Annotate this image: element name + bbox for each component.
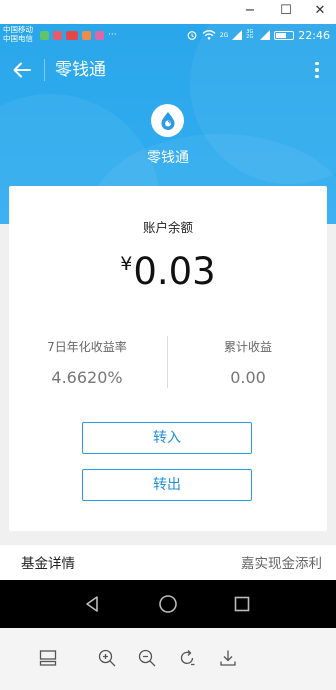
nav-back-icon <box>86 596 98 612</box>
cumulative-earnings-value: 0.00 <box>230 368 266 387</box>
annual-yield-label: 7日年化收益率 <box>47 340 127 354</box>
network-type-1: 2G <box>219 31 229 39</box>
currency-symbol: ¥ <box>120 253 133 275</box>
wifi-icon <box>202 30 216 40</box>
maximize-button[interactable]: ☐ <box>272 0 300 24</box>
status-time: 22:46 <box>298 28 330 42</box>
phone-screen: 中国移动 中国电信 ··· 2G 3G 2G 22:46 零钱通 零钱通 账户余… <box>0 24 336 580</box>
balance-card: 账户余额 ¥0.03 7日年化收益率 4.6620% 累计收益 0.00 转入 … <box>9 186 327 531</box>
carrier-info: 中国移动 中国电信 <box>3 25 33 43</box>
app-notification-icon-3 <box>95 30 104 40</box>
carrier-2: 中国电信 <box>3 33 33 43</box>
fund-name: 嘉实现金添利 <box>241 556 322 572</box>
close-button[interactable]: ✕ <box>306 0 334 24</box>
zoom-in-icon <box>98 649 116 667</box>
page-title: 零钱通 <box>55 60 106 80</box>
transfer-in-button[interactable]: 转入 <box>82 422 252 454</box>
back-button[interactable] <box>6 54 38 86</box>
arrow-left-icon <box>13 62 31 78</box>
app-bar: 零钱通 <box>0 46 336 94</box>
transfer-out-button[interactable]: 转出 <box>82 469 252 501</box>
rotate-button[interactable] <box>175 646 199 670</box>
notification-icons: ··· <box>40 30 117 40</box>
shop-notification-icon <box>66 30 78 40</box>
zoom-in-button[interactable] <box>95 646 119 670</box>
wallet-drop-logo <box>151 104 184 137</box>
android-nav-bar <box>0 580 336 628</box>
zoom-out-button[interactable] <box>135 646 159 670</box>
nav-recents-icon <box>234 596 250 612</box>
nav-recents-button[interactable] <box>230 592 254 616</box>
status-bar: 中国移动 中国电信 ··· 2G 3G 2G 22:46 <box>0 24 336 46</box>
window-titlebar: − ☐ ✕ <box>0 0 336 24</box>
network-type-2: 3G 2G <box>246 29 254 40</box>
download-button[interactable] <box>216 646 240 670</box>
balance-value: 0.03 <box>133 250 216 293</box>
stat-divider <box>167 336 168 388</box>
app-notification-icon <box>53 30 62 40</box>
status-icons: 2G 3G 2G 22:46 <box>186 28 330 42</box>
more-options-button[interactable] <box>304 54 330 86</box>
nav-home-icon <box>159 595 177 613</box>
battery-icon <box>274 30 295 40</box>
rotate-icon <box>180 650 195 666</box>
fund-details-row[interactable]: 基金详情 嘉实现金添利 <box>0 545 336 580</box>
balance-label: 账户余额 <box>142 220 193 235</box>
signal-icon-2 <box>260 30 271 40</box>
download-icon <box>220 650 236 666</box>
layout-button[interactable] <box>36 646 60 670</box>
app-notification-icon-2 <box>82 30 91 40</box>
fund-details-label: 基金详情 <box>21 556 75 572</box>
nav-back-button[interactable] <box>80 592 104 616</box>
viewer-toolbar <box>0 628 336 690</box>
layout-icon <box>39 650 57 666</box>
annual-yield-value: 4.6620% <box>51 368 123 387</box>
balance-amount: ¥0.03 <box>9 250 327 294</box>
chat-notification-icon <box>40 30 49 40</box>
zoom-out-icon <box>138 649 156 667</box>
nav-home-button[interactable] <box>156 592 180 616</box>
minimize-button[interactable]: − <box>236 0 264 24</box>
more-vertical-icon <box>315 61 319 66</box>
app-bar-divider <box>44 59 45 81</box>
alarm-icon <box>187 31 197 40</box>
drop-icon <box>161 111 174 130</box>
cumulative-earnings-label: 累计收益 <box>223 340 272 354</box>
signal-icon-1 <box>232 30 243 40</box>
logo-name: 零钱通 <box>147 150 189 166</box>
more-notifications-indicator: ··· <box>108 29 117 40</box>
